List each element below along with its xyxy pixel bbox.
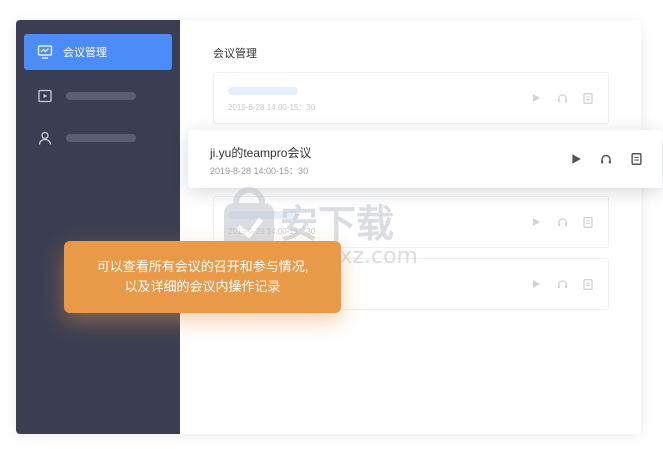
sidebar-item-3[interactable] [24,120,172,156]
sidebar-item-2[interactable] [24,78,172,114]
card-actions [530,278,594,290]
sidebar-item-label-placeholder [66,92,136,100]
feature-tooltip: 可以查看所有会议的召开和参与情况, 以及详细的会议内操作记录 [64,241,341,313]
meeting-title: ji.yu的teampro会议 [210,146,312,160]
document-icon[interactable] [582,216,594,228]
monitor-chart-icon [36,43,54,61]
user-icon [36,129,54,147]
headphones-icon[interactable] [556,216,568,228]
main-panel: 会议管理 2019-8-28 14:00-15：30 2019-8-28 14:… [180,20,641,434]
meeting-time: 2019-8-28 14:00-15：30 [228,227,316,236]
play-screen-icon [36,87,54,105]
meeting-title-placeholder [228,211,298,219]
tooltip-line-1: 可以查看所有会议的召开和参与情况, [96,259,309,274]
card-actions [530,216,594,228]
document-icon[interactable] [630,153,642,165]
sidebar-item-meeting-management[interactable]: 会议管理 [24,34,172,70]
tooltip-line-2: 以及详细的会议内操作记录 [124,279,281,294]
headphones-icon[interactable] [556,92,568,104]
sidebar-item-label: 会议管理 [63,47,107,59]
meeting-title-placeholder [228,87,298,95]
page-title: 会议管理 [213,48,257,60]
play-icon[interactable] [530,216,542,228]
app-window: 会议管理 会议管理 2019-8-28 14:00-15：30 2019-8-2… [16,20,641,434]
meeting-card[interactable]: 2019-8-28 14:00-15：30 [213,72,609,124]
document-icon[interactable] [582,278,594,290]
meeting-time: 2019-8-28 14:00-15：30 [210,166,309,176]
meeting-time: 2019-8-28 14:00-15：30 [228,103,316,112]
headphones-icon[interactable] [600,153,612,165]
sidebar-item-label-placeholder [66,134,136,142]
sidebar: 会议管理 [16,20,180,434]
document-icon[interactable] [582,92,594,104]
play-icon[interactable] [570,153,582,165]
play-icon[interactable] [530,278,542,290]
play-icon[interactable] [530,92,542,104]
highlighted-meeting-card[interactable]: ji.yu的teampro会议 2019-8-28 14:00-15：30 [188,130,662,188]
card-actions [570,153,642,165]
card-actions [530,92,594,104]
headphones-icon[interactable] [556,278,568,290]
